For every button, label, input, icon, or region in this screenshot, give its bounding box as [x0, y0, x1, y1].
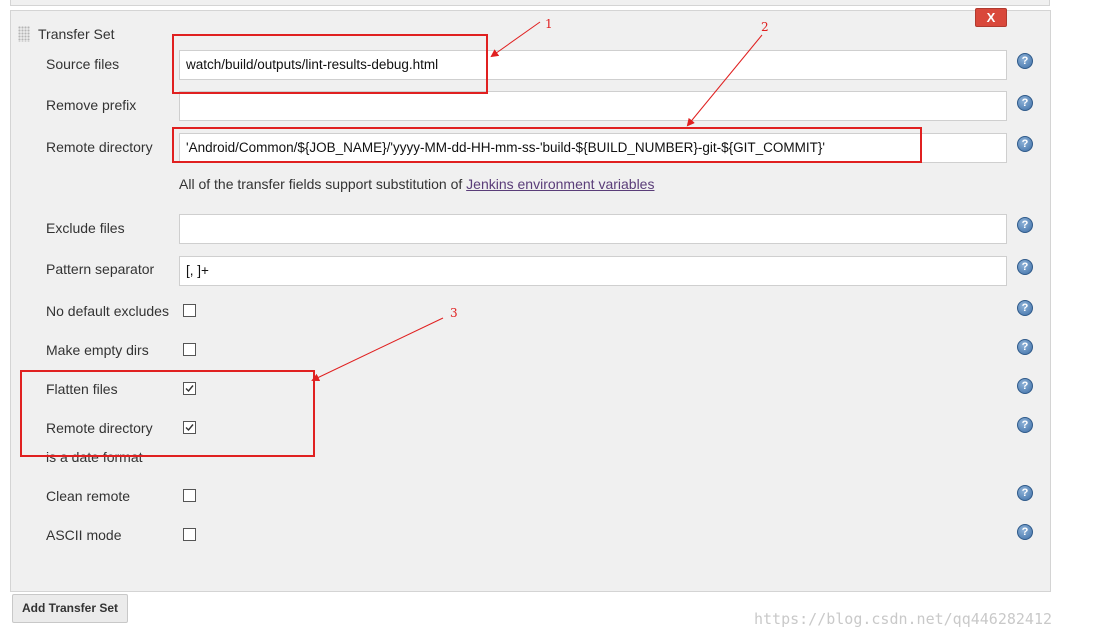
annotation-number-1: 1 — [545, 17, 553, 31]
annotation-arrow-2 — [686, 34, 763, 127]
annotation-number-2: 2 — [761, 20, 769, 34]
annotation-arrow-1 — [490, 21, 541, 58]
annotation-arrow-3 — [311, 317, 444, 382]
annotation-number-3: 3 — [450, 306, 458, 320]
annotation-arrows — [311, 21, 763, 382]
